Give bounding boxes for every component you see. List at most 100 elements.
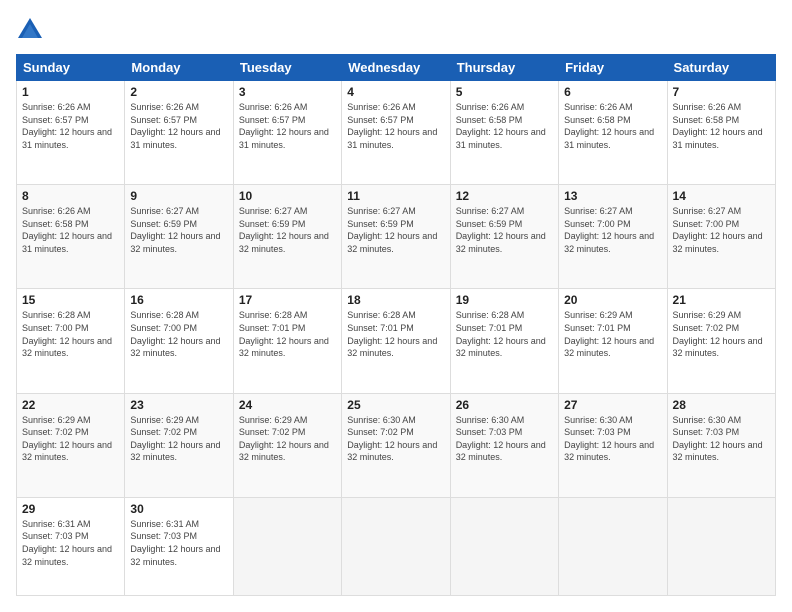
calendar-day-cell: 25 Sunrise: 6:30 AM Sunset: 7:02 PM Dayl… (342, 393, 450, 497)
day-number: 4 (347, 85, 444, 99)
calendar-day-cell: 14 Sunrise: 6:27 AM Sunset: 7:00 PM Dayl… (667, 185, 775, 289)
calendar-day-cell: 24 Sunrise: 6:29 AM Sunset: 7:02 PM Dayl… (233, 393, 341, 497)
day-details: Sunrise: 6:30 AM Sunset: 7:03 PM Dayligh… (456, 414, 553, 464)
calendar-day-cell (450, 497, 558, 595)
calendar-day-cell: 29 Sunrise: 6:31 AM Sunset: 7:03 PM Dayl… (17, 497, 125, 595)
day-number: 5 (456, 85, 553, 99)
day-number: 24 (239, 398, 336, 412)
calendar-day-cell: 13 Sunrise: 6:27 AM Sunset: 7:00 PM Dayl… (559, 185, 667, 289)
calendar-header-saturday: Saturday (667, 55, 775, 81)
calendar-day-cell: 6 Sunrise: 6:26 AM Sunset: 6:58 PM Dayli… (559, 81, 667, 185)
calendar-header-monday: Monday (125, 55, 233, 81)
day-details: Sunrise: 6:29 AM Sunset: 7:02 PM Dayligh… (22, 414, 119, 464)
calendar-week-row: 22 Sunrise: 6:29 AM Sunset: 7:02 PM Dayl… (17, 393, 776, 497)
day-details: Sunrise: 6:29 AM Sunset: 7:01 PM Dayligh… (564, 309, 661, 359)
day-number: 10 (239, 189, 336, 203)
calendar-week-row: 8 Sunrise: 6:26 AM Sunset: 6:58 PM Dayli… (17, 185, 776, 289)
day-details: Sunrise: 6:26 AM Sunset: 6:57 PM Dayligh… (22, 101, 119, 151)
calendar-header-sunday: Sunday (17, 55, 125, 81)
day-details: Sunrise: 6:31 AM Sunset: 7:03 PM Dayligh… (130, 518, 227, 568)
calendar-header-thursday: Thursday (450, 55, 558, 81)
calendar-day-cell: 7 Sunrise: 6:26 AM Sunset: 6:58 PM Dayli… (667, 81, 775, 185)
calendar-header-tuesday: Tuesday (233, 55, 341, 81)
calendar-day-cell: 21 Sunrise: 6:29 AM Sunset: 7:02 PM Dayl… (667, 289, 775, 393)
calendar-day-cell: 3 Sunrise: 6:26 AM Sunset: 6:57 PM Dayli… (233, 81, 341, 185)
day-details: Sunrise: 6:26 AM Sunset: 6:58 PM Dayligh… (673, 101, 770, 151)
day-number: 15 (22, 293, 119, 307)
calendar-day-cell (233, 497, 341, 595)
day-details: Sunrise: 6:27 AM Sunset: 6:59 PM Dayligh… (456, 205, 553, 255)
day-number: 27 (564, 398, 661, 412)
logo-icon (16, 16, 44, 44)
day-details: Sunrise: 6:28 AM Sunset: 7:01 PM Dayligh… (456, 309, 553, 359)
calendar-day-cell: 17 Sunrise: 6:28 AM Sunset: 7:01 PM Dayl… (233, 289, 341, 393)
calendar-day-cell: 20 Sunrise: 6:29 AM Sunset: 7:01 PM Dayl… (559, 289, 667, 393)
day-details: Sunrise: 6:29 AM Sunset: 7:02 PM Dayligh… (239, 414, 336, 464)
calendar-day-cell: 5 Sunrise: 6:26 AM Sunset: 6:58 PM Dayli… (450, 81, 558, 185)
day-details: Sunrise: 6:30 AM Sunset: 7:03 PM Dayligh… (564, 414, 661, 464)
day-number: 20 (564, 293, 661, 307)
calendar-week-row: 1 Sunrise: 6:26 AM Sunset: 6:57 PM Dayli… (17, 81, 776, 185)
day-details: Sunrise: 6:26 AM Sunset: 6:58 PM Dayligh… (564, 101, 661, 151)
day-details: Sunrise: 6:27 AM Sunset: 7:00 PM Dayligh… (673, 205, 770, 255)
calendar-day-cell: 8 Sunrise: 6:26 AM Sunset: 6:58 PM Dayli… (17, 185, 125, 289)
calendar-header-friday: Friday (559, 55, 667, 81)
day-number: 23 (130, 398, 227, 412)
calendar-day-cell: 23 Sunrise: 6:29 AM Sunset: 7:02 PM Dayl… (125, 393, 233, 497)
day-number: 9 (130, 189, 227, 203)
calendar-day-cell: 18 Sunrise: 6:28 AM Sunset: 7:01 PM Dayl… (342, 289, 450, 393)
day-number: 26 (456, 398, 553, 412)
day-details: Sunrise: 6:29 AM Sunset: 7:02 PM Dayligh… (130, 414, 227, 464)
calendar-day-cell (342, 497, 450, 595)
day-details: Sunrise: 6:27 AM Sunset: 6:59 PM Dayligh… (239, 205, 336, 255)
day-number: 7 (673, 85, 770, 99)
day-number: 22 (22, 398, 119, 412)
day-details: Sunrise: 6:26 AM Sunset: 6:58 PM Dayligh… (22, 205, 119, 255)
day-details: Sunrise: 6:26 AM Sunset: 6:57 PM Dayligh… (130, 101, 227, 151)
day-number: 13 (564, 189, 661, 203)
day-details: Sunrise: 6:30 AM Sunset: 7:03 PM Dayligh… (673, 414, 770, 464)
day-number: 25 (347, 398, 444, 412)
calendar-day-cell: 11 Sunrise: 6:27 AM Sunset: 6:59 PM Dayl… (342, 185, 450, 289)
calendar-header-row: SundayMondayTuesdayWednesdayThursdayFrid… (17, 55, 776, 81)
day-number: 28 (673, 398, 770, 412)
day-details: Sunrise: 6:31 AM Sunset: 7:03 PM Dayligh… (22, 518, 119, 568)
calendar-week-row: 29 Sunrise: 6:31 AM Sunset: 7:03 PM Dayl… (17, 497, 776, 595)
day-details: Sunrise: 6:27 AM Sunset: 6:59 PM Dayligh… (347, 205, 444, 255)
day-number: 1 (22, 85, 119, 99)
day-number: 16 (130, 293, 227, 307)
day-number: 17 (239, 293, 336, 307)
day-number: 11 (347, 189, 444, 203)
page: SundayMondayTuesdayWednesdayThursdayFrid… (0, 0, 792, 612)
calendar-week-row: 15 Sunrise: 6:28 AM Sunset: 7:00 PM Dayl… (17, 289, 776, 393)
day-details: Sunrise: 6:28 AM Sunset: 7:00 PM Dayligh… (22, 309, 119, 359)
day-number: 18 (347, 293, 444, 307)
day-number: 6 (564, 85, 661, 99)
day-number: 21 (673, 293, 770, 307)
calendar-day-cell (559, 497, 667, 595)
calendar-day-cell: 12 Sunrise: 6:27 AM Sunset: 6:59 PM Dayl… (450, 185, 558, 289)
day-details: Sunrise: 6:29 AM Sunset: 7:02 PM Dayligh… (673, 309, 770, 359)
day-details: Sunrise: 6:28 AM Sunset: 7:01 PM Dayligh… (239, 309, 336, 359)
logo (16, 16, 48, 44)
day-number: 19 (456, 293, 553, 307)
calendar-day-cell: 27 Sunrise: 6:30 AM Sunset: 7:03 PM Dayl… (559, 393, 667, 497)
day-number: 30 (130, 502, 227, 516)
day-number: 12 (456, 189, 553, 203)
calendar-day-cell: 4 Sunrise: 6:26 AM Sunset: 6:57 PM Dayli… (342, 81, 450, 185)
calendar-header-wednesday: Wednesday (342, 55, 450, 81)
day-details: Sunrise: 6:27 AM Sunset: 7:00 PM Dayligh… (564, 205, 661, 255)
calendar-day-cell: 26 Sunrise: 6:30 AM Sunset: 7:03 PM Dayl… (450, 393, 558, 497)
day-number: 29 (22, 502, 119, 516)
calendar-day-cell: 22 Sunrise: 6:29 AM Sunset: 7:02 PM Dayl… (17, 393, 125, 497)
day-number: 14 (673, 189, 770, 203)
calendar-table: SundayMondayTuesdayWednesdayThursdayFrid… (16, 54, 776, 596)
day-details: Sunrise: 6:28 AM Sunset: 7:00 PM Dayligh… (130, 309, 227, 359)
day-details: Sunrise: 6:26 AM Sunset: 6:58 PM Dayligh… (456, 101, 553, 151)
calendar-day-cell: 16 Sunrise: 6:28 AM Sunset: 7:00 PM Dayl… (125, 289, 233, 393)
calendar-day-cell: 28 Sunrise: 6:30 AM Sunset: 7:03 PM Dayl… (667, 393, 775, 497)
calendar-day-cell: 10 Sunrise: 6:27 AM Sunset: 6:59 PM Dayl… (233, 185, 341, 289)
calendar-day-cell: 19 Sunrise: 6:28 AM Sunset: 7:01 PM Dayl… (450, 289, 558, 393)
calendar-day-cell (667, 497, 775, 595)
day-details: Sunrise: 6:27 AM Sunset: 6:59 PM Dayligh… (130, 205, 227, 255)
